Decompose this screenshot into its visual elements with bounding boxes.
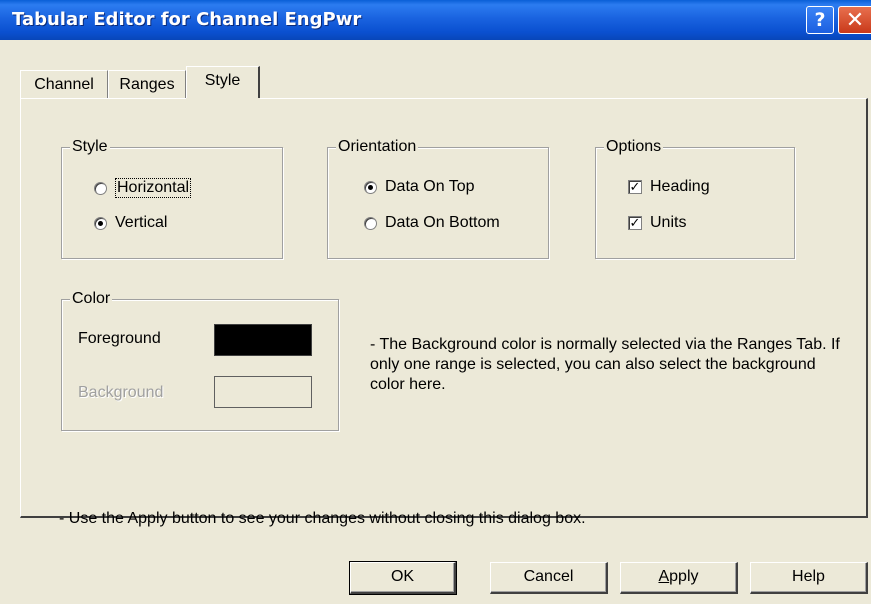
units-label: Units (650, 214, 687, 231)
orientation-group: Orientation Data On Top Data On Bottom (327, 137, 549, 259)
horizontal-radio-indicator[interactable] (94, 181, 107, 195)
options-group-title: Options (604, 137, 664, 157)
apply-note: - Use the Apply button to see your chang… (59, 510, 586, 527)
options-group: Options ✓ Heading ✓ Units (595, 137, 795, 259)
cancel-button[interactable]: Cancel (490, 562, 608, 594)
heading-checkbox[interactable]: ✓ Heading (628, 178, 710, 196)
style-group-title: Style (70, 137, 110, 157)
apply-button[interactable]: Apply (620, 562, 738, 594)
foreground-color-swatch[interactable] (214, 324, 312, 356)
orientation-group-title: Orientation (336, 137, 419, 157)
tab-ranges[interactable]: Ranges (108, 70, 186, 98)
horizontal-label: Horizontal (115, 178, 192, 198)
data-on-bottom-label: Data On Bottom (385, 214, 500, 231)
apply-label-rest: pply (669, 568, 699, 585)
background-color-swatch (214, 376, 312, 408)
horizontal-radio[interactable]: Horizontal (94, 178, 192, 198)
active-tab-joint (186, 98, 260, 100)
apply-mnemonic: A (658, 568, 670, 585)
data-on-bottom-radio-indicator[interactable] (364, 216, 377, 230)
units-check-icon[interactable]: ✓ (628, 216, 642, 230)
vertical-radio[interactable]: Vertical (94, 214, 167, 232)
heading-label: Heading (650, 178, 710, 195)
data-on-bottom-radio[interactable]: Data On Bottom (364, 214, 500, 232)
window-title: Tabular Editor for Channel EngPwr (12, 9, 362, 30)
tab-channel[interactable]: Channel (20, 70, 108, 98)
data-on-top-radio-indicator[interactable] (364, 180, 377, 194)
title-bar[interactable]: Tabular Editor for Channel EngPwr ? ✕ (0, 0, 871, 40)
ok-button[interactable]: OK (349, 561, 457, 595)
style-group: Style Horizontal Vertical (61, 137, 283, 259)
color-group: Color Foreground Background (61, 289, 339, 431)
tab-style[interactable]: Style (186, 66, 260, 100)
close-icon[interactable]: ✕ (838, 6, 871, 34)
heading-check-icon[interactable]: ✓ (628, 180, 642, 194)
data-on-top-radio[interactable]: Data On Top (364, 178, 475, 196)
background-label: Background (78, 384, 164, 401)
data-on-top-label: Data On Top (385, 178, 475, 195)
vertical-radio-indicator[interactable] (94, 216, 107, 230)
style-tab-panel: Style Horizontal Vertical Orientation Da… (20, 98, 868, 527)
vertical-label: Vertical (115, 214, 168, 231)
units-checkbox[interactable]: ✓ Units (628, 214, 686, 232)
foreground-label: Foreground (78, 330, 161, 347)
color-group-title: Color (70, 289, 113, 309)
help-icon[interactable]: ? (806, 6, 834, 34)
background-note: - The Background color is normally selec… (370, 336, 840, 393)
help-button[interactable]: Help (750, 562, 868, 594)
